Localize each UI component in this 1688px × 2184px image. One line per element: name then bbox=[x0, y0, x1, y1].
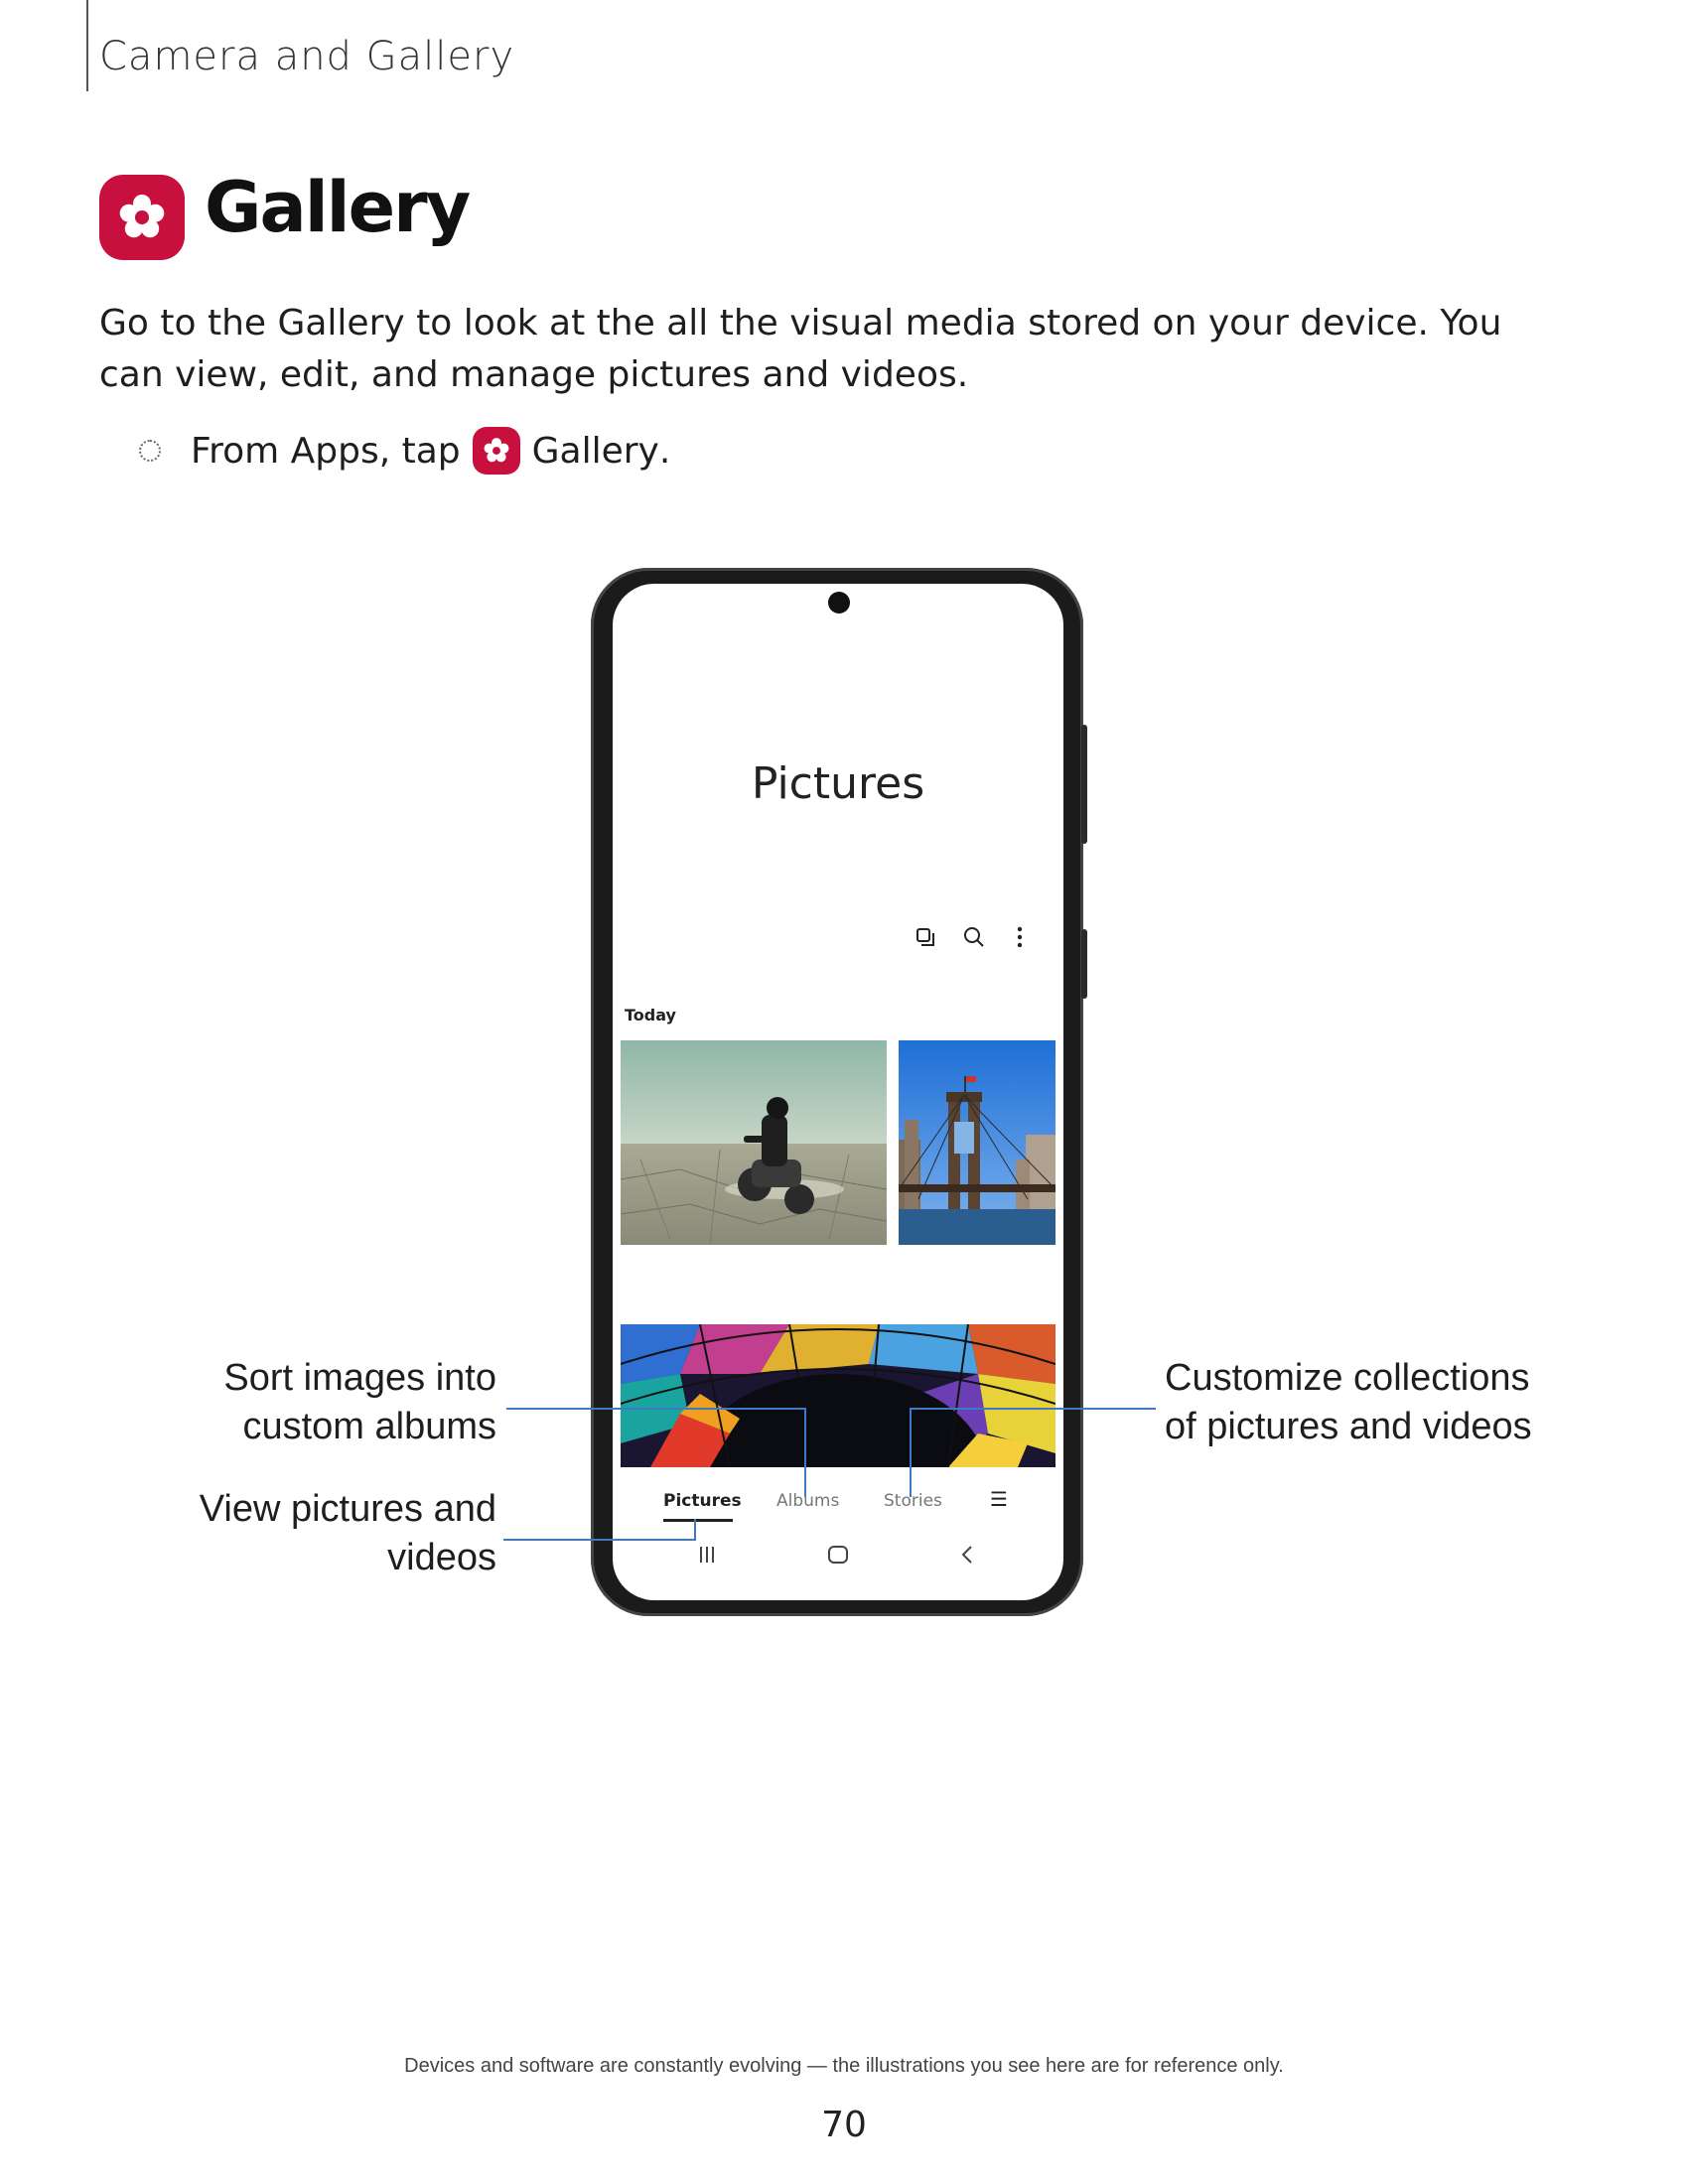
tab-stories[interactable]: Stories bbox=[884, 1491, 942, 1511]
page-number: 70 bbox=[821, 2105, 867, 2145]
bridge-skyline-photo[interactable] bbox=[899, 1040, 1055, 1245]
recent-apps-icon[interactable] bbox=[697, 1545, 717, 1569]
leader-line-pictures bbox=[503, 1539, 696, 1541]
section-header: Camera and Gallery bbox=[99, 34, 515, 79]
step-instruction: From Apps, tap Gallery . bbox=[139, 427, 670, 475]
tab-pictures[interactable]: Pictures bbox=[663, 1491, 742, 1511]
intro-paragraph: Go to the Gallery to look at the all the… bbox=[99, 303, 1502, 395]
header-rule bbox=[86, 0, 88, 91]
leader-line-stories bbox=[910, 1408, 1156, 1410]
screen-title: Pictures bbox=[751, 758, 925, 809]
step-suffix: . bbox=[658, 430, 671, 472]
select-icon[interactable] bbox=[908, 917, 943, 957]
motorcycle-desert-photo[interactable] bbox=[621, 1040, 887, 1245]
menu-icon[interactable]: ☰ bbox=[990, 1487, 1008, 1511]
callout-pictures: View pictures and videos bbox=[199, 1488, 496, 1578]
step-prefix: From Apps, tap bbox=[191, 430, 461, 472]
footer-disclaimer: Devices and software are constantly evol… bbox=[404, 2055, 1284, 2077]
phone-screen: Pictures Today Pictures Albums Stories ☰ bbox=[613, 584, 1063, 1600]
phone-side-button bbox=[1081, 725, 1087, 844]
tab-albums[interactable]: Albums bbox=[776, 1491, 839, 1511]
gallery-app-icon bbox=[99, 175, 185, 260]
front-camera bbox=[828, 592, 850, 614]
back-icon[interactable] bbox=[960, 1545, 974, 1569]
bottom-tab-bar: Pictures Albums Stories ☰ bbox=[613, 1481, 1063, 1525]
date-section-label: Today bbox=[625, 1006, 676, 1024]
leader-line-albums bbox=[506, 1408, 806, 1410]
gallery-inline-icon bbox=[472, 427, 520, 475]
phone-side-button bbox=[1081, 929, 1087, 999]
callout-albums: Sort images into custom albums bbox=[223, 1357, 496, 1447]
page-title: Gallery bbox=[205, 167, 471, 248]
step-app-name: Gallery bbox=[531, 430, 659, 472]
screen-toolbar bbox=[613, 917, 1063, 957]
bullet-icon bbox=[139, 440, 161, 462]
leader-line-stories bbox=[910, 1408, 912, 1497]
leader-line-albums bbox=[804, 1408, 806, 1497]
search-icon[interactable] bbox=[956, 917, 992, 957]
callout-stories: Customize collections of pictures and vi… bbox=[1165, 1357, 1532, 1447]
active-tab-indicator bbox=[663, 1519, 733, 1522]
leader-line-pictures bbox=[694, 1519, 696, 1541]
more-options-icon[interactable] bbox=[1002, 917, 1038, 957]
home-icon[interactable] bbox=[827, 1545, 849, 1569]
stained-glass-photo[interactable] bbox=[621, 1324, 1055, 1467]
